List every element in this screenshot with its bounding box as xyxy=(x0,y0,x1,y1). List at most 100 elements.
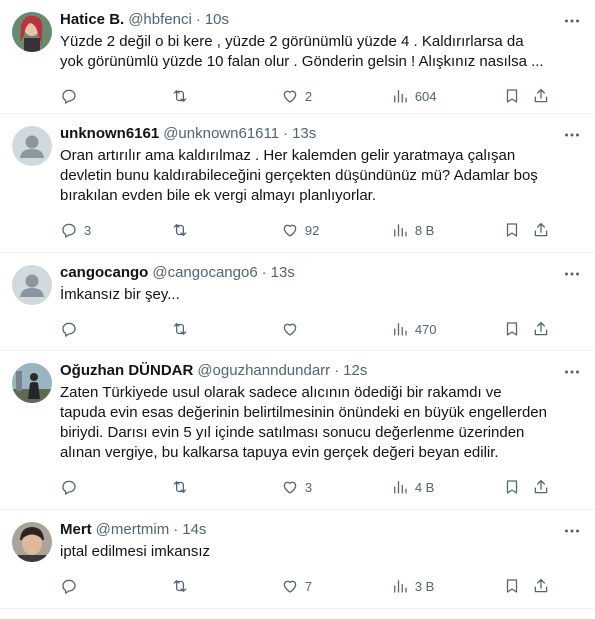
views-button[interactable]: 604 xyxy=(391,87,503,105)
views-button[interactable]: 470 xyxy=(391,320,503,338)
more-options-icon[interactable] xyxy=(563,126,581,144)
more-options-icon[interactable] xyxy=(563,522,581,540)
view-count: 470 xyxy=(414,321,437,337)
heart-icon xyxy=(283,481,297,494)
share-button[interactable] xyxy=(532,320,551,338)
user-handle[interactable]: @oguzhanndundarr xyxy=(197,361,330,381)
bookmark-button[interactable] xyxy=(503,87,532,105)
separator-dot: · xyxy=(195,11,201,28)
retweet-button[interactable] xyxy=(171,87,281,105)
views-button[interactable]: 8 B xyxy=(391,221,503,239)
share-icon xyxy=(534,321,548,336)
bookmark-button[interactable] xyxy=(503,320,532,338)
reply-button[interactable] xyxy=(60,87,171,105)
separator-dot: · xyxy=(283,125,289,142)
reply-button[interactable] xyxy=(60,478,171,496)
display-name[interactable]: unknown6161 xyxy=(60,124,159,144)
tweet-actions: 2 604 xyxy=(60,76,551,116)
like-button[interactable]: 2 xyxy=(281,87,391,105)
like-button[interactable]: 92 xyxy=(281,221,391,239)
view-count: 3 B xyxy=(414,578,435,594)
share-button[interactable] xyxy=(532,221,551,239)
user-handle[interactable]: @cangocango6 xyxy=(152,263,257,283)
reply-icon xyxy=(62,322,76,337)
bookmark-button[interactable] xyxy=(503,577,532,595)
tweet[interactable]: Mert @mertmim · 14s iptal edilmesi imkan… xyxy=(0,510,595,609)
tweet-header: Hatice B. @hbfenci · 10s xyxy=(60,10,551,30)
bookmark-button[interactable] xyxy=(503,221,532,239)
more-options-icon[interactable] xyxy=(563,265,581,283)
user-handle[interactable]: @unknown61611 xyxy=(163,124,279,144)
tweet-text: iptal edilmesi imkansız xyxy=(60,543,211,560)
share-icon xyxy=(534,578,548,593)
bookmark-icon xyxy=(506,579,517,593)
tweet[interactable]: cangocango @cangocango6 · 13s İmkansız b… xyxy=(0,253,595,351)
like-count: 7 xyxy=(304,578,313,594)
avatar[interactable] xyxy=(12,126,52,166)
tweet-actions: 3 92 8 B xyxy=(60,210,551,250)
reply-button[interactable]: 3 xyxy=(60,221,171,239)
analytics-icon xyxy=(393,90,407,103)
retweet-icon xyxy=(173,323,187,335)
avatar[interactable] xyxy=(12,522,52,562)
timestamp[interactable]: 12s xyxy=(343,361,367,381)
retweet-icon xyxy=(173,224,187,236)
bookmark-button[interactable] xyxy=(503,478,532,496)
tweet-header: unknown6161 @unknown61611 · 13s xyxy=(60,124,551,144)
like-button[interactable] xyxy=(281,320,391,338)
display-name[interactable]: Oğuzhan DÜNDAR xyxy=(60,361,193,381)
display-name[interactable]: cangocango xyxy=(60,263,148,283)
view-count: 4 B xyxy=(414,479,435,495)
views-button[interactable]: 4 B xyxy=(391,478,503,496)
like-count: 2 xyxy=(304,88,313,104)
tweet-actions: 3 4 B xyxy=(60,467,551,507)
heart-icon xyxy=(283,580,297,593)
retweet-button[interactable] xyxy=(171,577,281,595)
user-handle[interactable]: @hbfenci xyxy=(128,10,192,30)
heart-icon xyxy=(283,224,297,237)
heart-icon xyxy=(283,90,297,103)
timestamp[interactable]: 10s xyxy=(205,10,229,30)
timestamp[interactable]: 13s xyxy=(271,263,295,283)
user-handle[interactable]: @mertmim xyxy=(96,520,170,540)
avatar[interactable] xyxy=(12,12,52,52)
timestamp[interactable]: 13s xyxy=(292,124,316,144)
display-name[interactable]: Mert xyxy=(60,520,92,540)
default-avatar-icon xyxy=(20,135,44,158)
retweet-icon xyxy=(173,90,187,102)
tweet-actions: 7 3 B xyxy=(60,566,551,606)
avatar[interactable] xyxy=(12,363,52,403)
bookmark-icon xyxy=(506,223,517,237)
retweet-button[interactable] xyxy=(171,221,281,239)
view-count: 604 xyxy=(414,88,437,104)
retweet-icon xyxy=(173,481,187,493)
retweet-button[interactable] xyxy=(171,478,281,496)
tweet[interactable]: Hatice B. @hbfenci · 10s Yüzde 2 değil o… xyxy=(0,0,595,114)
like-button[interactable]: 3 xyxy=(281,478,391,496)
tweet[interactable]: Oğuzhan DÜNDAR @oguzhanndundarr · 12s Za… xyxy=(0,351,595,510)
reply-button[interactable] xyxy=(60,577,171,595)
share-button[interactable] xyxy=(532,478,551,496)
tweet[interactable]: unknown6161 @unknown61611 · 13s Oran art… xyxy=(0,114,595,253)
reply-button[interactable] xyxy=(60,320,171,338)
bookmark-icon xyxy=(506,89,517,103)
timestamp[interactable]: 14s xyxy=(182,520,206,540)
tweet-actions: 470 xyxy=(60,309,551,349)
like-button[interactable]: 7 xyxy=(281,577,391,595)
avatar[interactable] xyxy=(12,265,52,305)
analytics-icon xyxy=(393,580,407,593)
views-button[interactable]: 3 B xyxy=(391,577,503,595)
retweet-button[interactable] xyxy=(171,320,281,338)
tweet-text: Zaten Türkiyede usul olarak sadece alıcı… xyxy=(60,384,552,461)
more-options-icon[interactable] xyxy=(563,12,581,30)
reply-icon xyxy=(62,480,76,495)
heart-icon xyxy=(283,323,297,336)
share-button[interactable] xyxy=(532,577,551,595)
display-name[interactable]: Hatice B. xyxy=(60,10,124,30)
reply-icon xyxy=(62,579,76,594)
bookmark-icon xyxy=(506,480,517,494)
more-options-icon[interactable] xyxy=(563,363,581,381)
default-avatar-icon xyxy=(20,274,44,297)
share-button[interactable] xyxy=(532,87,551,105)
analytics-icon xyxy=(393,323,407,336)
